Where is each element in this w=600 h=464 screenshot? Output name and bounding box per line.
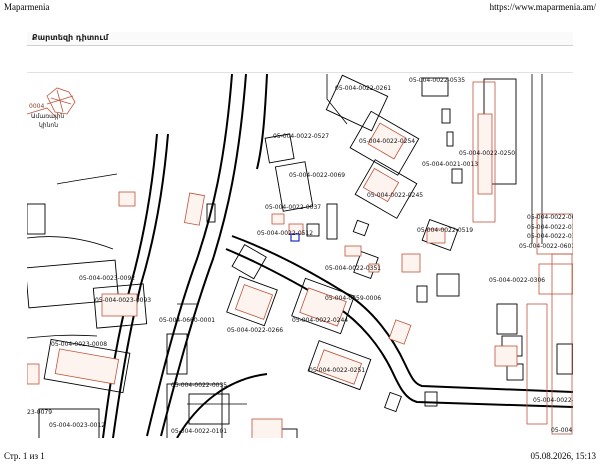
parcel-label[interactable]: 05-004-0022-0254 <box>359 138 415 145</box>
parcel-label[interactable]: 23-0079 <box>27 409 52 416</box>
landmark-label-line2: կինոն <box>39 122 58 129</box>
print-footer-page-info: Стр. 1 из 1 <box>4 451 45 461</box>
parcel-label[interactable]: 05-004-0022-0101 <box>171 428 227 435</box>
parcel-label[interactable]: 05-004-0022-0069 <box>289 172 345 179</box>
parcel-label[interactable]: 05-004-0023-0092 <box>79 275 135 282</box>
map-title-bar: Քարտեզի դիտում <box>27 32 573 46</box>
parcel-label[interactable]: 05-004-0022-0535 <box>409 77 465 84</box>
parcel-label[interactable]: 05-004-0022-0527 <box>273 133 329 140</box>
parcel-label[interactable]: 05-004-0023-0093 <box>95 297 151 304</box>
parcel-label[interactable]: 05-004-0022-0245 <box>367 192 423 199</box>
north-road-edge <box>256 74 268 170</box>
print-footer-datetime: 05.08.2026, 15:13 <box>530 451 596 461</box>
parcel-label[interactable]: 05-004-0022-0601 <box>519 243 573 250</box>
parcel-label[interactable]: 05-004-0022-0306 <box>489 277 545 284</box>
parcel-label[interactable]: 05-004-0022-0512 <box>257 230 313 237</box>
parcel-label[interactable]: 05-004-0022-0519 <box>417 227 473 234</box>
landmark-label-line1: Ամառային <box>31 113 64 120</box>
parcel-label[interactable]: 05-004 <box>551 427 572 434</box>
road-2-west <box>102 133 158 438</box>
cadastral-map[interactable]: 0004 Ամառային կինոն 05-004-0022-0535 05-… <box>27 74 573 438</box>
parcel-label[interactable]: 05-004-0022-010 <box>527 224 573 231</box>
parcel-label[interactable]: 05-004-0022-0351 <box>325 265 381 272</box>
parcel-label[interactable]: 05-004-0022-0244 <box>292 317 348 324</box>
map-title: Քարտեզի դիտում <box>32 33 109 42</box>
parcel-label[interactable]: 05-004-0022-01 <box>533 397 573 404</box>
parcel-label[interactable]: 05-004-0660-0001 <box>159 317 215 324</box>
parcel-label[interactable]: 05-004-0023-0008 <box>51 341 107 348</box>
parcel-label[interactable]: 05-004-0022-0035 <box>171 382 227 389</box>
parcel-label[interactable]: 05-004-0021-0013 <box>422 161 478 168</box>
parcel-label[interactable]: 05-004-0022-0266 <box>227 327 283 334</box>
parcel-label[interactable]: 05-004-0022-0251 <box>309 367 365 374</box>
map-toolbar-strip <box>27 46 573 73</box>
map-page: Քարտեզի դիտում 0004 Ամառային կինոն 05-00… <box>27 32 573 438</box>
landmark-code: 0004 <box>29 103 44 110</box>
parcel-label[interactable]: 05-004-0022-0261 <box>335 85 391 92</box>
parcel-label[interactable]: 05-004-0022-0250 <box>459 150 515 157</box>
parcel-label[interactable]: 05-004-0659-0006 <box>325 295 381 302</box>
print-header-site-name: Maparmenia <box>4 2 50 12</box>
parcel-label[interactable]: 05-004-0022-0037 <box>265 204 321 211</box>
print-header-url[interactable]: https://www.maparmenia.am/ <box>490 2 596 12</box>
parcel-label[interactable]: 05-004-0022-010 <box>527 233 573 240</box>
parcel-label[interactable]: 05-004-0023-0012 <box>49 422 105 429</box>
parcel-label[interactable]: 05-004-0022-001 <box>527 214 573 221</box>
road-edges-thin <box>27 74 543 405</box>
